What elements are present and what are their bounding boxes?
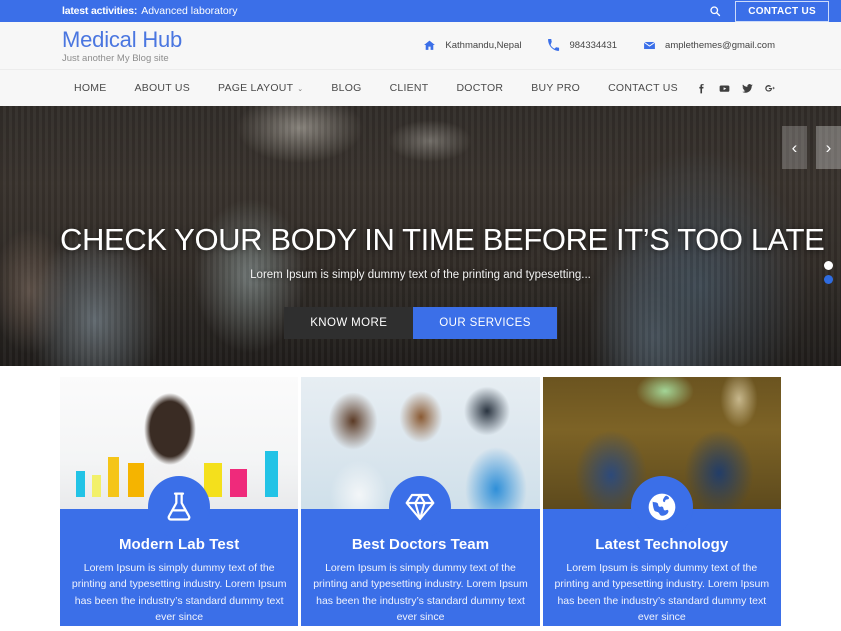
globe-icon [630, 475, 693, 538]
card-text: Lorem Ipsum is simply dummy text of the … [313, 561, 528, 624]
chevron-down-icon: ⌄ [297, 86, 304, 93]
nav-item-label: CLIENT [389, 82, 429, 94]
nav-item-label: PAGE LAYOUT [217, 82, 294, 94]
nav-item-page-layout[interactable]: PAGE LAYOUT ⌄ [204, 82, 317, 94]
card-title: Latest Technology [595, 535, 729, 553]
card-text: Lorem Ipsum is simply dummy text of the … [71, 561, 287, 624]
nav-list: HOME ABOUT US PAGE LAYOUT ⌄ BLOG CLIENT … [62, 82, 692, 94]
search-icon[interactable] [707, 3, 723, 19]
contact-phone[interactable]: 984334431 [547, 39, 617, 52]
twitter-icon[interactable] [741, 82, 754, 95]
nav-item-label: DOCTOR [456, 82, 504, 94]
contact-email-text[interactable]: amplethemes@gmail.com [665, 40, 775, 51]
slider-dots [824, 261, 833, 284]
service-card-best-doctors-team[interactable]: Best Doctors Team Lorem Ipsum is simply … [301, 377, 540, 626]
site-header: Medical Hub Just another My Blog site Ka… [0, 22, 841, 69]
header-contact-info: Kathmandu,Nepal 984334431 amplethemes@gm… [423, 39, 775, 52]
nav-item-label: BUY PRO [531, 82, 581, 94]
hero-subtitle: Lorem Ipsum is simply dummy text of the … [250, 268, 591, 281]
site-tagline: Just another My Blog site [62, 52, 169, 64]
nav-item-label: CONTACT US [608, 82, 678, 94]
nav-item-buy-pro[interactable]: BUY PRO [517, 82, 594, 94]
latest-activities: latest activities: Advanced laboratory [62, 5, 238, 17]
nav-item-doctor[interactable]: DOCTOR [442, 82, 517, 94]
card-body: Best Doctors Team Lorem Ipsum is simply … [301, 475, 540, 626]
google-plus-icon[interactable] [764, 82, 777, 95]
hero-title: CHECK YOUR BODY IN TIME BEFORE IT’S TOO … [60, 222, 825, 257]
slider-next-arrow[interactable]: › [816, 126, 841, 169]
contact-phone-text[interactable]: 984334431 [569, 40, 617, 51]
hero-buttons: KNOW MORE OUR SERVICES [60, 306, 781, 339]
diamond-icon [389, 475, 452, 538]
nav-item-home[interactable]: HOME [62, 82, 121, 94]
contact-address: Kathmandu,Nepal [423, 39, 521, 52]
service-card-latest-technology[interactable]: Latest Technology Lorem Ipsum is simply … [542, 377, 781, 626]
flask-icon [148, 475, 211, 538]
nav-item-label: ABOUT US [134, 82, 190, 94]
envelope-icon [643, 39, 656, 52]
latest-activities-text[interactable]: Advanced laboratory [141, 5, 237, 17]
contact-address-text: Kathmandu,Nepal [445, 40, 522, 51]
slider-dot-1[interactable] [824, 261, 833, 270]
contact-email[interactable]: amplethemes@gmail.com [643, 39, 775, 52]
hero-content: CHECK YOUR BODY IN TIME BEFORE IT’S TOO … [0, 222, 841, 339]
site-title[interactable]: Medical Hub [62, 28, 182, 51]
service-card-modern-lab-test[interactable]: Modern Lab Test Lorem Ipsum is simply du… [60, 377, 299, 626]
latest-activities-label: latest activities: [62, 5, 138, 17]
slider-prev-arrow[interactable]: ‹ [782, 126, 807, 169]
nav-item-blog[interactable]: BLOG [317, 82, 375, 94]
nav-item-about-us[interactable]: ABOUT US [121, 82, 204, 94]
contact-us-button[interactable]: CONTACT US [735, 0, 829, 22]
hero-slider: CHECK YOUR BODY IN TIME BEFORE IT’S TOO … [0, 106, 841, 366]
youtube-icon[interactable] [718, 82, 731, 95]
nav-item-contact-us[interactable]: CONTACT US [594, 82, 692, 94]
card-title: Modern Lab Test [118, 535, 240, 553]
service-cards: Modern Lab Test Lorem Ipsum is simply du… [0, 366, 841, 626]
main-navigation: HOME ABOUT US PAGE LAYOUT ⌄ BLOG CLIENT … [0, 69, 841, 106]
social-links [695, 82, 779, 95]
nav-item-label: HOME [74, 82, 107, 94]
facebook-icon[interactable] [695, 82, 708, 95]
nav-item-label: BLOG [331, 82, 362, 94]
top-bar-actions: CONTACT US [707, 0, 829, 22]
slider-dot-2[interactable] [824, 275, 833, 284]
card-body: Latest Technology Lorem Ipsum is simply … [542, 475, 781, 626]
top-announcement-bar: latest activities: Advanced laboratory C… [0, 0, 841, 22]
phone-icon [547, 39, 560, 52]
home-icon [423, 39, 436, 52]
card-title: Best Doctors Team [351, 535, 490, 553]
card-body: Modern Lab Test Lorem Ipsum is simply du… [60, 475, 299, 626]
card-text: Lorem Ipsum is simply dummy text of the … [554, 561, 770, 624]
nav-item-client[interactable]: CLIENT [376, 82, 443, 94]
our-services-button[interactable]: OUR SERVICES [413, 306, 557, 339]
site-branding[interactable]: Medical Hub Just another My Blog site [62, 28, 182, 64]
know-more-button[interactable]: KNOW MORE [284, 306, 414, 339]
